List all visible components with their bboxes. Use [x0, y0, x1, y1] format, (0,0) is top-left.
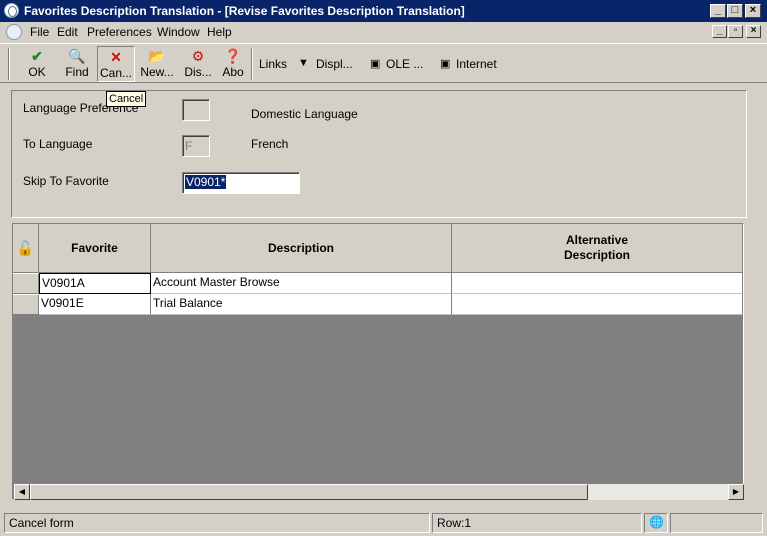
status-row: Row:1	[432, 513, 642, 533]
row-selector[interactable]	[13, 273, 39, 294]
window-title: Favorites Description Translation - [Rev…	[24, 4, 465, 18]
column-header-description[interactable]: Description	[151, 224, 452, 273]
language-preference-desc: Domestic Language	[251, 107, 358, 121]
lock-icon: 🔓	[16, 239, 35, 256]
form-header-panel: Language Preference Domestic Language To…	[11, 90, 747, 218]
internet-icon: ▣	[440, 58, 451, 70]
to-language-field: F	[182, 135, 210, 157]
mdi-close-button[interactable]: ×	[746, 25, 761, 38]
toolbar-grip	[8, 48, 10, 80]
cancel-button[interactable]: ✕ Can...	[97, 46, 135, 82]
find-icon: 🔍	[68, 48, 86, 64]
mdi-restore-button[interactable]: ▫	[728, 25, 743, 38]
toolbar-separator	[251, 48, 253, 80]
globe-icon: 🌐	[644, 513, 668, 533]
minimize-button[interactable]: _	[710, 4, 726, 18]
title-bar: Favorites Description Translation - [Rev…	[0, 0, 767, 22]
grid-lock-header[interactable]: 🔓	[13, 224, 39, 273]
scroll-thumb[interactable]	[30, 484, 588, 500]
chevron-down-icon[interactable]: ▼	[298, 57, 309, 69]
skip-to-favorite-input[interactable]: V0901*	[182, 172, 300, 194]
mdi-minimize-button[interactable]: _	[712, 25, 727, 38]
display-icon: ⚙	[191, 48, 205, 64]
column-header-favorite[interactable]: Favorite	[39, 224, 151, 273]
favorite-cell[interactable]: V0901E	[39, 294, 151, 315]
find-button[interactable]: 🔍 Find	[60, 46, 94, 82]
skip-to-favorite-label: Skip To Favorite	[23, 174, 109, 188]
menu-bar: File Edit Preferences Window Help _ ▫ ×	[0, 22, 767, 42]
description-cell[interactable]: Trial Balance	[151, 294, 452, 315]
status-message: Cancel form	[4, 513, 430, 533]
alt-description-cell[interactable]	[452, 273, 743, 294]
menu-window[interactable]: Window	[157, 25, 200, 39]
horizontal-scrollbar[interactable]: ◀ ▶	[14, 484, 744, 500]
toolbar: ✔ OK 🔍 Find ✕ Can... 📂 New... ⚙ Dis... ❓…	[0, 43, 767, 83]
menu-preferences[interactable]: Preferences	[87, 25, 152, 39]
links-menu[interactable]: Links	[259, 57, 287, 71]
ole-icon: ▣	[370, 58, 381, 70]
internet-link[interactable]: Internet	[456, 57, 497, 71]
new-folder-icon: 📂	[148, 48, 166, 64]
column-header-alternative-description[interactable]: Alternative Description	[452, 224, 743, 273]
document-icon[interactable]	[6, 24, 22, 40]
display-menu[interactable]: Displ...	[316, 57, 353, 71]
close-button[interactable]: ×	[745, 4, 761, 18]
ole-link[interactable]: OLE ...	[386, 57, 423, 71]
menu-file[interactable]: File	[30, 25, 49, 39]
app-icon	[4, 3, 19, 18]
favorite-cell[interactable]: V0901A	[39, 273, 151, 294]
menu-help[interactable]: Help	[207, 25, 232, 39]
to-language-desc: French	[251, 137, 289, 151]
ok-button[interactable]: ✔ OK	[20, 46, 54, 82]
menu-edit[interactable]: Edit	[57, 25, 78, 39]
scroll-right-button[interactable]: ▶	[728, 484, 744, 500]
status-extra-pane	[670, 513, 763, 533]
table-row[interactable]: V0901A Account Master Browse	[13, 273, 743, 294]
description-cell[interactable]: Account Master Browse	[151, 273, 452, 294]
display-button[interactable]: ⚙ Dis...	[181, 46, 215, 82]
checkmark-icon: ✔	[31, 48, 43, 64]
row-selector[interactable]	[13, 294, 39, 315]
about-icon: ❓	[224, 48, 242, 64]
new-button[interactable]: 📂 New...	[138, 46, 176, 82]
to-language-label: To Language	[23, 137, 93, 151]
skip-to-favorite-value: V0901*	[185, 175, 227, 189]
maximize-button[interactable]: □	[727, 4, 743, 18]
favorites-grid: 🔓 Favorite Description Alternative Descr…	[12, 223, 744, 500]
table-row[interactable]: V0901E Trial Balance	[13, 294, 743, 315]
alt-description-cell[interactable]	[452, 294, 743, 315]
about-button[interactable]: ❓ Abo	[219, 46, 247, 82]
status-bar: Cancel form Row:1 🌐	[0, 510, 767, 536]
cancel-x-icon: ✕	[110, 49, 122, 65]
language-preference-field	[182, 99, 210, 121]
cancel-tooltip: Cancel	[106, 91, 147, 107]
scroll-left-button[interactable]: ◀	[14, 484, 30, 500]
